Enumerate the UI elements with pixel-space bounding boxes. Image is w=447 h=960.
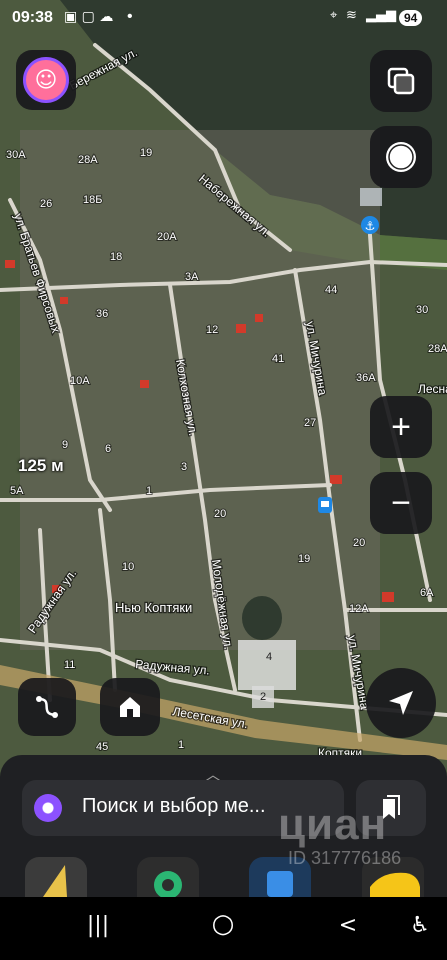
house-number: 6 [105, 443, 111, 455]
recents-button[interactable]: ||| [78, 913, 118, 938]
home-icon [120, 697, 140, 717]
house-number: 20 [353, 537, 365, 549]
house-number: 12 [206, 324, 218, 336]
house-number: 20А [157, 231, 177, 243]
app-shortcut-transport[interactable] [137, 857, 199, 899]
house-number: 2 [260, 691, 266, 703]
location-icon: ⌖ [330, 8, 338, 23]
minus-icon: − [391, 483, 411, 522]
house-number: 1 [146, 485, 152, 497]
compass-icon [386, 142, 416, 172]
locate-me-button[interactable] [366, 668, 436, 738]
house-number: 11 [64, 659, 75, 671]
svg-text:⚓: ⚓ [365, 219, 376, 233]
notification-dot: • [127, 8, 133, 25]
house-number: 20 [214, 508, 226, 520]
house-number: 27 [304, 417, 316, 429]
scale-label: 125 м [18, 456, 64, 475]
house-number: 10А [70, 375, 90, 387]
signal-icon: ▂▄▆ [366, 8, 396, 23]
layers-button[interactable] [370, 50, 432, 112]
home-nav-button[interactable]: ○ [203, 909, 243, 939]
house-number: 28А [428, 343, 447, 355]
pier [360, 188, 382, 206]
house-number: 4 [266, 651, 272, 663]
home-button[interactable] [100, 678, 160, 736]
house-number: 3 [181, 461, 187, 473]
house-number: 19 [140, 147, 152, 159]
house-number: 3А [185, 271, 199, 283]
watermark-logo: циан [278, 800, 388, 849]
house-number: 28А [78, 154, 98, 166]
house-number: 6А [420, 587, 434, 599]
street-label-lesnaya: Лесна [418, 382, 447, 396]
house-number: 41 [272, 353, 284, 365]
avatar: ☺ [23, 57, 69, 103]
house-number: 18Б [83, 194, 102, 206]
route-button[interactable] [18, 678, 76, 736]
plus-icon: + [391, 407, 411, 446]
zoom-out-button[interactable]: − [370, 472, 432, 534]
navigation-arrow-icon [389, 691, 413, 715]
area-label: Нью Коптяки [115, 600, 192, 615]
watermark-id: ID 317776186 [288, 848, 402, 868]
battery-badge: 94 [399, 10, 423, 26]
house-number: 30 [416, 304, 428, 316]
app-shortcut-navigator[interactable] [25, 857, 87, 897]
alice-icon[interactable] [34, 794, 62, 822]
house-number: 30А [6, 149, 26, 161]
house-number: 44 [325, 284, 337, 296]
route-icon [36, 696, 58, 718]
zoom-in-button[interactable]: + [370, 396, 432, 458]
accessibility-icon[interactable]: ♿ [400, 913, 440, 938]
building-4 [238, 640, 296, 690]
status-bar: 09:38 ▣ ▢ ☁ • ⌖ ≋ ▂▄▆ 94 [0, 0, 447, 36]
compass-button[interactable] [370, 126, 432, 188]
navigator-icon [43, 865, 67, 897]
status-time: 09:38 [12, 9, 53, 26]
anchor-marker[interactable]: ⚓ [361, 216, 379, 234]
back-button[interactable]: < [328, 913, 368, 938]
pond [242, 596, 282, 640]
house-number: 18 [110, 251, 122, 263]
search-input[interactable]: Поиск и выбор ме... [82, 795, 266, 818]
house-number: 36А [356, 372, 376, 384]
profile-button[interactable]: ☺ [16, 50, 76, 110]
layers-icon [387, 67, 415, 95]
house-number: 5А [10, 485, 24, 497]
transport-icon [154, 871, 182, 899]
house-number: 19 [298, 553, 310, 565]
house-number: 36 [96, 308, 108, 320]
house-number: 45 [96, 741, 108, 753]
house-number: 1 [178, 739, 184, 751]
wifi-icon: ≋ [346, 8, 357, 23]
house-number: 9 [62, 439, 68, 451]
notification-icon: ▣ ▢ ☁ [64, 9, 114, 25]
bus-stop-marker[interactable] [318, 497, 332, 513]
house-number: 10 [122, 561, 134, 573]
house-number: 12А [349, 603, 369, 615]
house-number: 26 [40, 198, 52, 210]
system-nav-bar: ||| ○ < ♿ [0, 897, 447, 960]
